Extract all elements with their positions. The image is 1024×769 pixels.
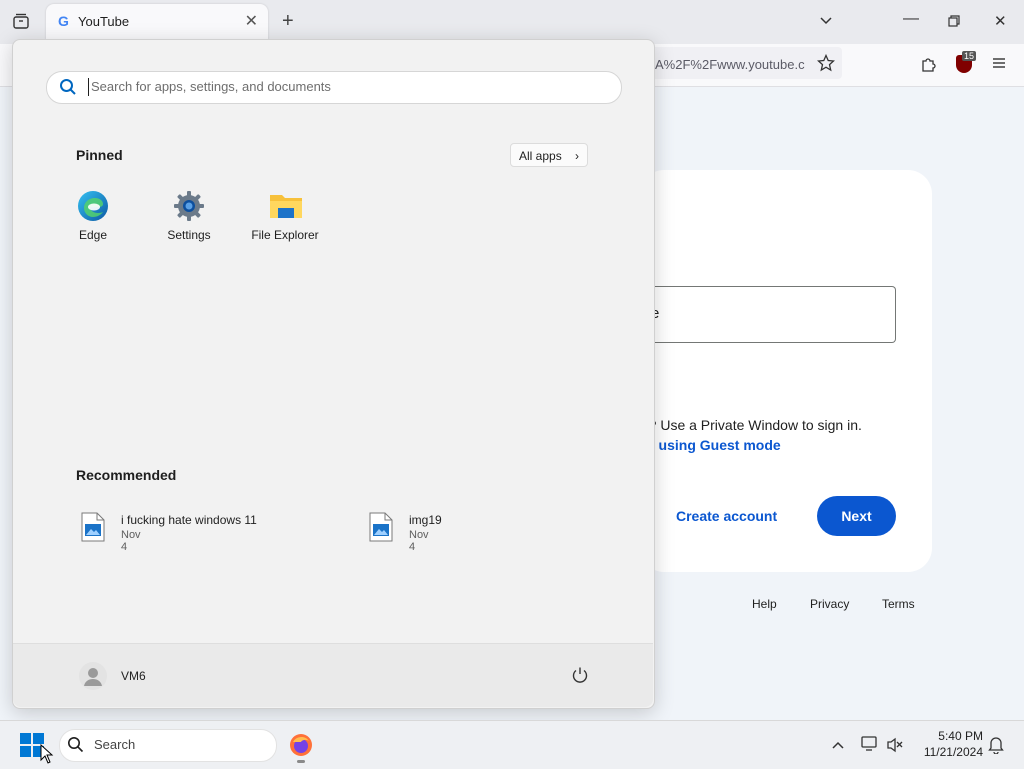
power-icon[interactable] bbox=[571, 666, 589, 689]
tab-title: YouTube bbox=[78, 14, 130, 29]
start-menu-footer bbox=[13, 643, 653, 707]
window-close-icon[interactable]: ✕ bbox=[994, 12, 1007, 30]
extension-badge: 15 bbox=[962, 51, 977, 61]
footer-privacy-link[interactable]: Privacy bbox=[810, 597, 849, 611]
image-file-icon bbox=[369, 512, 393, 542]
taskbar-search-label: Search bbox=[94, 737, 136, 752]
all-apps-button[interactable]: All apps › bbox=[510, 143, 588, 167]
edge-icon bbox=[77, 190, 109, 222]
tab-close-icon[interactable]: ✕ bbox=[245, 11, 258, 31]
pinned-app-label: Settings bbox=[167, 228, 211, 242]
tab-overview-icon[interactable] bbox=[12, 12, 30, 30]
footer-help-link[interactable]: Help bbox=[752, 597, 777, 611]
new-tab-icon[interactable]: + bbox=[282, 10, 294, 33]
chevron-right-icon: › bbox=[575, 149, 579, 163]
pinned-app-label: Edge bbox=[78, 228, 108, 242]
running-indicator bbox=[297, 760, 305, 763]
all-apps-label: All apps bbox=[519, 149, 562, 163]
list-tabs-chevron-icon[interactable] bbox=[818, 12, 834, 33]
clock-date: 11/21/2024 bbox=[923, 745, 983, 759]
email-field[interactable] bbox=[640, 286, 896, 343]
network-icon[interactable] bbox=[861, 736, 879, 757]
system-clock[interactable]: 5:40 PM 11/21/2024 bbox=[911, 728, 983, 760]
recommended-date: Nov 4 bbox=[409, 529, 429, 553]
taskbar-search-icon bbox=[67, 736, 84, 758]
pinned-app-settings[interactable]: Settings bbox=[144, 190, 234, 242]
start-search-placeholder: Search for apps, settings, and documents bbox=[91, 79, 331, 94]
url-text[interactable]: A%2F%2Fwww.youtube.c bbox=[655, 57, 815, 72]
firefox-icon[interactable] bbox=[289, 733, 313, 762]
image-file-icon bbox=[81, 512, 105, 542]
recommended-title: i fucking hate windows 11 bbox=[121, 513, 257, 527]
extensions-puzzle-icon[interactable] bbox=[920, 55, 938, 78]
recommended-title: img19 bbox=[409, 513, 442, 527]
next-button[interactable]: Next bbox=[817, 496, 896, 536]
bookmark-star-icon[interactable] bbox=[816, 53, 836, 77]
start-menu bbox=[12, 39, 655, 709]
volume-muted-icon[interactable] bbox=[886, 737, 904, 758]
user-avatar-icon[interactable] bbox=[79, 662, 107, 690]
pinned-app-edge[interactable]: Edge bbox=[48, 190, 138, 242]
google-favicon-icon: G bbox=[58, 13, 69, 29]
minimize-icon[interactable]: — bbox=[903, 10, 919, 28]
search-icon bbox=[59, 78, 77, 101]
notification-bell-icon[interactable] bbox=[988, 736, 1004, 759]
tab-youtube[interactable]: G YouTube ✕ bbox=[46, 4, 268, 40]
text-caret bbox=[88, 78, 89, 96]
clock-time: 5:40 PM bbox=[938, 729, 983, 743]
show-hidden-icons-chevron-icon[interactable] bbox=[831, 738, 845, 756]
pinned-app-file-explorer[interactable]: File Explorer bbox=[240, 190, 330, 242]
taskbar-search-input[interactable] bbox=[59, 729, 277, 762]
pinned-app-label: File Explorer bbox=[251, 228, 319, 242]
mouse-cursor-icon bbox=[40, 743, 54, 769]
restore-icon[interactable] bbox=[948, 14, 960, 32]
pinned-header: Pinned bbox=[76, 147, 123, 163]
recommended-date: Nov 4 bbox=[121, 529, 141, 553]
footer-terms-link[interactable]: Terms bbox=[882, 597, 915, 611]
folder-icon bbox=[269, 190, 302, 222]
settings-gear-icon bbox=[173, 190, 205, 222]
user-name[interactable]: VM6 bbox=[121, 669, 146, 683]
create-account-button[interactable]: Create account bbox=[676, 508, 777, 524]
private-window-text: r? Use a Private Window to sign in. bbox=[644, 417, 862, 433]
menu-hamburger-icon[interactable] bbox=[992, 56, 1006, 75]
guest-mode-link[interactable]: t using Guest mode bbox=[650, 437, 781, 453]
recommended-header: Recommended bbox=[76, 467, 177, 483]
